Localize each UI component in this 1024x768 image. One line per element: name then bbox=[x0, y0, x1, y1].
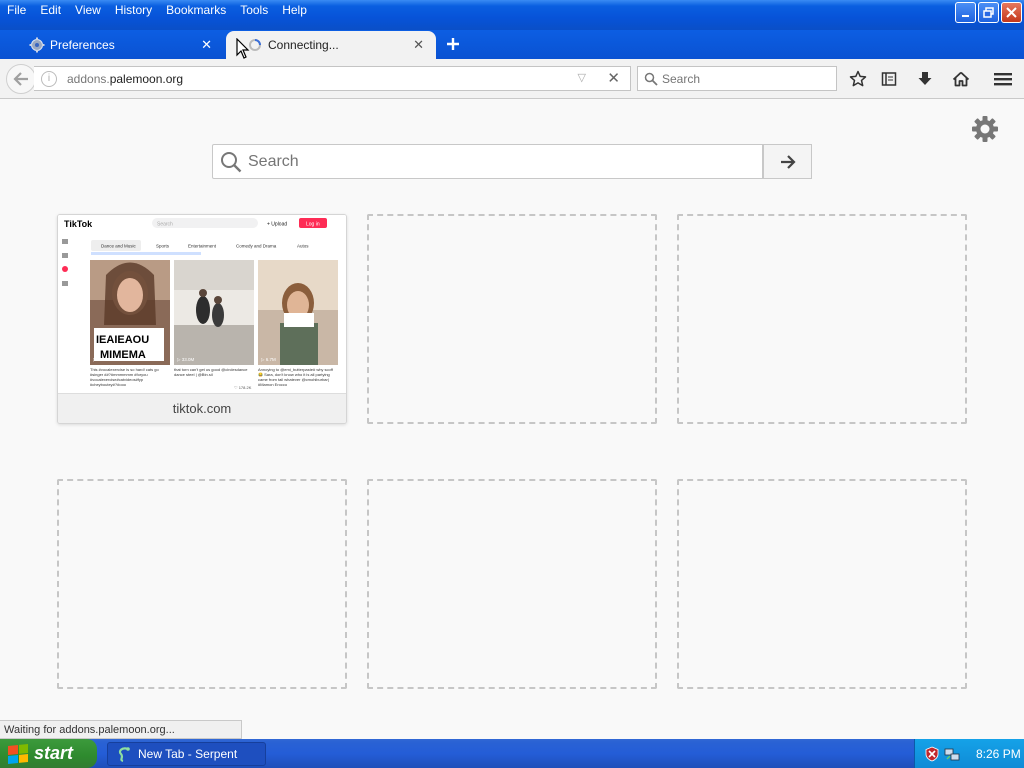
bookmarks-menu-button[interactable] bbox=[877, 67, 901, 91]
speed-dial-tile-empty[interactable] bbox=[367, 479, 657, 689]
tile-thumbnail: TikTok Search + Upload Log in Dance and … bbox=[58, 215, 346, 393]
tiktok-category: Comedy and Drama bbox=[236, 244, 277, 249]
arrow-left-icon bbox=[13, 72, 28, 86]
mouse-cursor-icon bbox=[236, 38, 250, 59]
app-menu-button[interactable] bbox=[991, 67, 1015, 91]
star-icon bbox=[849, 70, 867, 87]
tiktok-search-hint: Search bbox=[157, 222, 173, 228]
video1-overlay-text: IEAIEAOU bbox=[96, 334, 149, 346]
tab-close-icon[interactable]: ✕ bbox=[413, 37, 424, 53]
menu-bar: File Edit View History Bookmarks Tools H… bbox=[0, 0, 314, 22]
new-tab-button[interactable] bbox=[444, 33, 462, 55]
navigation-toolbar: i addons.palemoon.org ▽ ✕ bbox=[0, 59, 1024, 99]
video3-views: ▷ 6.7M bbox=[261, 357, 276, 362]
newtab-settings-button[interactable] bbox=[970, 114, 1000, 144]
tab-strip: Preferences ✕ Connecting... ✕ bbox=[0, 30, 1024, 59]
gear-icon bbox=[972, 116, 998, 142]
search-icon bbox=[221, 151, 242, 172]
url-history-dropdown-icon[interactable]: ▽ bbox=[578, 71, 586, 84]
video2-caption: that torn can't get us good @circlesdanc… bbox=[174, 367, 248, 377]
windows-logo-icon bbox=[8, 743, 28, 764]
url-subdomain: addons. bbox=[67, 71, 110, 86]
tiktok-category: Autos bbox=[297, 244, 309, 249]
tab-label: Preferences bbox=[50, 38, 115, 52]
minimize-icon bbox=[961, 14, 969, 17]
tab-label: Connecting... bbox=[268, 38, 339, 52]
download-arrow-icon bbox=[918, 72, 932, 85]
arrow-right-icon bbox=[780, 154, 796, 169]
plus-icon bbox=[447, 38, 459, 50]
close-window-button[interactable] bbox=[1001, 2, 1022, 23]
video1-views: ▷ 2.0M bbox=[93, 357, 108, 362]
speed-dial-tile-empty[interactable] bbox=[367, 214, 657, 424]
url-bar[interactable]: i addons.palemoon.org ▽ ✕ bbox=[34, 66, 631, 91]
bookmark-star-button[interactable] bbox=[846, 67, 870, 91]
taskbar-window-button[interactable]: New Tab - Serpent bbox=[107, 742, 266, 766]
restore-icon bbox=[983, 7, 994, 18]
menu-file[interactable]: File bbox=[0, 0, 33, 22]
taskbar: start New Tab - Serpent 8:26 PM bbox=[0, 739, 1024, 768]
tiktok-category: Sports bbox=[156, 244, 170, 249]
minimize-button[interactable] bbox=[955, 2, 976, 23]
tab-preferences[interactable]: Preferences ✕ bbox=[8, 31, 224, 59]
security-shield-icon[interactable] bbox=[924, 746, 940, 762]
serpent-browser-icon bbox=[118, 747, 130, 762]
speed-dial-tile-empty[interactable] bbox=[57, 479, 347, 689]
search-bar[interactable] bbox=[637, 66, 837, 91]
tiktok-logo-text: TikTok bbox=[64, 219, 93, 229]
newtab-search-form bbox=[212, 144, 812, 179]
back-button[interactable] bbox=[6, 64, 36, 94]
speed-dial-tile-tiktok[interactable]: TikTok Search + Upload Log in Dance and … bbox=[57, 214, 347, 424]
new-tab-page: TikTok Search + Upload Log in Dance and … bbox=[0, 100, 1024, 720]
video2-views: ▷ 33.0M bbox=[177, 357, 194, 362]
tiktok-thumbnail-image: TikTok Search + Upload Log in Dance and … bbox=[58, 215, 346, 393]
hamburger-menu-icon bbox=[994, 73, 1012, 86]
start-label: start bbox=[34, 743, 74, 763]
window-titlebar: File Edit View History Bookmarks Tools H… bbox=[0, 0, 1024, 30]
tab-close-icon[interactable]: ✕ bbox=[201, 37, 212, 53]
menu-view[interactable]: View bbox=[68, 0, 108, 22]
newtab-search-box[interactable] bbox=[212, 144, 763, 179]
system-tray: 8:26 PM bbox=[914, 739, 1024, 768]
menu-tools[interactable]: Tools bbox=[233, 0, 275, 22]
url-domain: palemoon.org bbox=[109, 71, 184, 86]
url-text[interactable]: addons.palemoon.org bbox=[67, 72, 183, 86]
clock[interactable]: 8:26 PM bbox=[976, 747, 1021, 761]
menu-history[interactable]: History bbox=[108, 0, 159, 22]
network-icon[interactable] bbox=[944, 746, 960, 762]
downloads-button[interactable] bbox=[913, 67, 937, 91]
tiktok-category: Dance and Music bbox=[101, 244, 137, 249]
taskbar-window-label: New Tab - Serpent bbox=[138, 747, 238, 761]
bookmarks-list-icon bbox=[881, 72, 897, 86]
tile-title: tiktok.com bbox=[58, 393, 346, 423]
menu-bookmarks[interactable]: Bookmarks bbox=[159, 0, 233, 22]
restore-button[interactable] bbox=[978, 2, 999, 23]
tab-connecting[interactable]: Connecting... ✕ bbox=[226, 31, 436, 59]
video2-likes: ♡ 178.2K bbox=[234, 385, 252, 390]
gear-icon bbox=[28, 36, 46, 54]
tiktok-category: Entertainment bbox=[188, 244, 217, 249]
menu-edit[interactable]: Edit bbox=[33, 0, 68, 22]
newtab-search-go-button[interactable] bbox=[763, 144, 812, 179]
home-icon bbox=[952, 71, 970, 87]
start-button[interactable]: start bbox=[0, 739, 97, 768]
stop-loading-icon[interactable]: ✕ bbox=[607, 69, 620, 87]
speed-dial-tile-empty[interactable] bbox=[677, 479, 967, 689]
search-icon bbox=[644, 72, 658, 86]
status-panel: Waiting for addons.palemoon.org... bbox=[0, 720, 242, 739]
tiktok-login: Log in bbox=[306, 222, 320, 228]
speed-dial-tile-empty[interactable] bbox=[677, 214, 967, 424]
video1-caption: This #vocalexercise is so hard! cats go … bbox=[90, 367, 159, 387]
close-icon bbox=[1006, 7, 1017, 18]
site-info-icon[interactable]: i bbox=[41, 70, 57, 87]
newtab-search-input[interactable] bbox=[248, 152, 748, 171]
menu-help[interactable]: Help bbox=[275, 0, 314, 22]
search-input[interactable] bbox=[662, 71, 822, 86]
video3-caption: Annoying to @emi_butterpaste# why scoff … bbox=[258, 367, 333, 387]
tiktok-upload: + Upload bbox=[267, 222, 287, 228]
home-button[interactable] bbox=[949, 67, 973, 91]
